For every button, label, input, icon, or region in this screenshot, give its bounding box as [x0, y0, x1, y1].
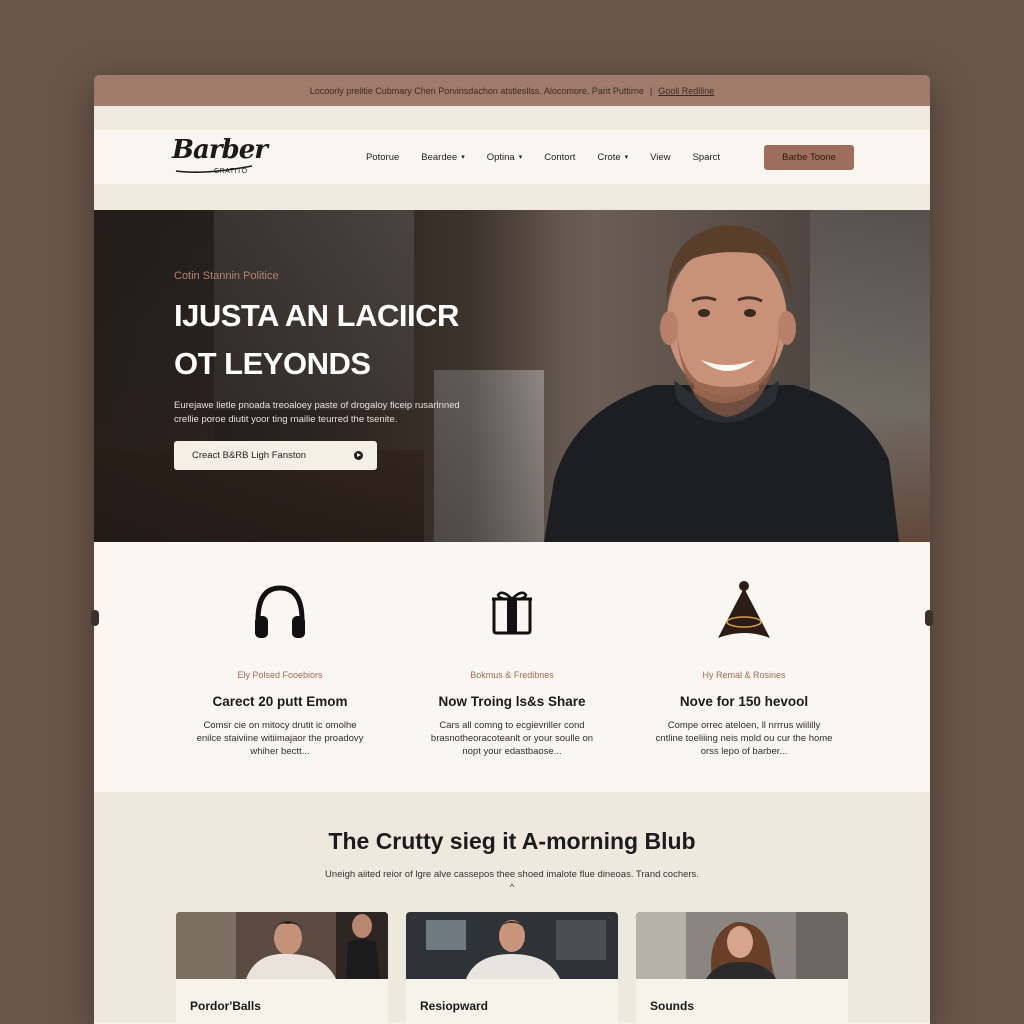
nav-item-label: Beardee: [421, 151, 458, 163]
feature-eyebrow: Hy Remal & Rosines: [702, 670, 786, 680]
hero-cta-button[interactable]: Creact B&RB Ligh Fanston: [174, 441, 377, 470]
hero-title-line: OT LEYONDS: [174, 346, 371, 381]
features-section: Ely Polsed Fooebiors Carect 20 putt Emom…: [94, 542, 930, 792]
feature-description: Comsr cie on mitocy drutit ic omolhe eni…: [196, 720, 364, 757]
nav-spacer: [94, 184, 930, 210]
blog-card[interactable]: Sounds: [636, 912, 848, 1024]
blog-title: The Crutty sieg it A-morning Blub: [328, 828, 696, 854]
hero-person-image: [544, 225, 899, 542]
gift-icon: [492, 591, 532, 635]
logo-subtitle: CRATITO: [214, 168, 248, 175]
nav-item-label: Crote: [597, 151, 621, 163]
blog-card-image: [406, 912, 618, 979]
nav-menu: Potorue Beardee ▾ Optina ▾ Contort Crote ▾ …: [366, 152, 742, 163]
nav-item-label: Optina: [486, 151, 515, 163]
nav-item-label: Sparct: [692, 151, 721, 163]
feature-eyebrow: Ely Polsed Fooebiors: [237, 670, 323, 680]
feature-card: Bokmus & Fredibnes Now Troing ls&s Share…: [396, 580, 628, 792]
hero-cta-label: Creact B&RB Ligh Fanston: [192, 450, 307, 461]
chevron-up-icon[interactable]: ^: [94, 882, 930, 892]
book-button[interactable]: Barbe Toone: [764, 144, 854, 170]
hero-desc-line: crellie poroe diutit yoor ting rnailie t…: [174, 414, 398, 425]
blog-card-title: Sounds: [650, 999, 694, 1013]
nav-item-label: Potorue: [366, 151, 400, 163]
chevron-down-icon: ▾: [624, 154, 629, 161]
hero-eyebrow: Cotin Stannin Politice: [174, 270, 279, 282]
nav-item-label: Contort: [544, 151, 576, 163]
barber-photo-icon: [176, 912, 388, 979]
feature-title: Now Troing ls&s Share: [438, 694, 586, 709]
feature-description: Cars all comng to ecgievriller cond bras…: [430, 720, 594, 757]
blog-subtitle: Uneigh aiited reior of lgre alve cassepo…: [325, 869, 699, 880]
play-icon: [354, 451, 363, 460]
hero-description: Eurejawe lietle pnoada treoaloey paste o…: [174, 399, 494, 427]
logo[interactable]: Barber CRATITO: [170, 135, 280, 179]
blog-card-image: [636, 912, 848, 979]
feature-card: Hy Remal & Rosines Nove for 150 hevool C…: [628, 580, 860, 792]
feature-eyebrow: Bokmus & Fredibnes: [470, 670, 554, 680]
hero-desc-line: Eurejawe lietle pnoada treoaloey paste o…: [174, 400, 460, 411]
blog-card-title: Resiopward: [420, 999, 489, 1013]
announcement-link[interactable]: Gooll Rediline: [658, 86, 714, 96]
nav-item-2[interactable]: Beardee ▾: [421, 152, 464, 163]
carousel-prev-handle[interactable]: [91, 610, 99, 626]
feature-title: Carect 20 putt Emom: [212, 694, 348, 709]
blog-section: The Crutty sieg it A-morning Blub Uneigh…: [94, 792, 930, 1024]
announcement-separator: |: [649, 85, 653, 96]
chevron-down-icon: ▾: [461, 154, 465, 161]
headphones-icon: [255, 585, 305, 638]
woman-photo-icon: [636, 912, 848, 979]
client-photo-icon: [406, 912, 618, 979]
blog-card-title: Pordor'Balls: [190, 999, 261, 1013]
nav-item-6[interactable]: View: [650, 152, 670, 163]
blog-card[interactable]: Pordor'Balls: [176, 912, 388, 1024]
cape-icon: [718, 581, 770, 638]
hero-title: IJUSTA AN LACIICR OT LEYONDS: [174, 292, 459, 388]
feature-title: Nove for 150 hevool: [679, 694, 809, 709]
announcement-text: Locoorly prelitie Cubmary Chen Porvinsda…: [309, 85, 644, 96]
chevron-down-icon: ▾: [518, 154, 523, 161]
feature-description: Compe orrec ateloen, ll nrrrus wiililly …: [655, 720, 833, 757]
blog-card-image: [176, 912, 388, 979]
nav-item-4[interactable]: Contort: [544, 152, 575, 163]
nav-item-7[interactable]: Sparct: [693, 152, 720, 163]
nav-item-1[interactable]: Potorue: [366, 152, 399, 163]
logo-script: Barber: [172, 135, 268, 165]
nav-item-3[interactable]: Optina ▾: [487, 152, 523, 163]
main-nav: Barber CRATITO Potorue Beardee ▾ Optina ▾ …: [94, 130, 930, 184]
nav-item-label: View: [650, 151, 671, 163]
nav-item-5[interactable]: Crote ▾: [597, 152, 628, 163]
carousel-next-handle[interactable]: [925, 610, 933, 626]
browser-page: Locoorly prelitie Cubmary Chen Porvinsda…: [94, 75, 930, 1024]
hero-title-line: IJUSTA AN LACIICR: [174, 298, 459, 333]
top-spacer: [94, 106, 930, 130]
blog-card[interactable]: Resiopward: [406, 912, 618, 1024]
feature-card: Ely Polsed Fooebiors Carect 20 putt Emom…: [164, 580, 396, 792]
blog-cards: Pordor'Balls Resiopward Sounds: [94, 892, 930, 1024]
announcement-bar: Locoorly prelitie Cubmary Chen Porvinsda…: [94, 75, 930, 106]
hero: Cotin Stannin Politice IJUSTA AN LACIICR…: [94, 210, 930, 542]
